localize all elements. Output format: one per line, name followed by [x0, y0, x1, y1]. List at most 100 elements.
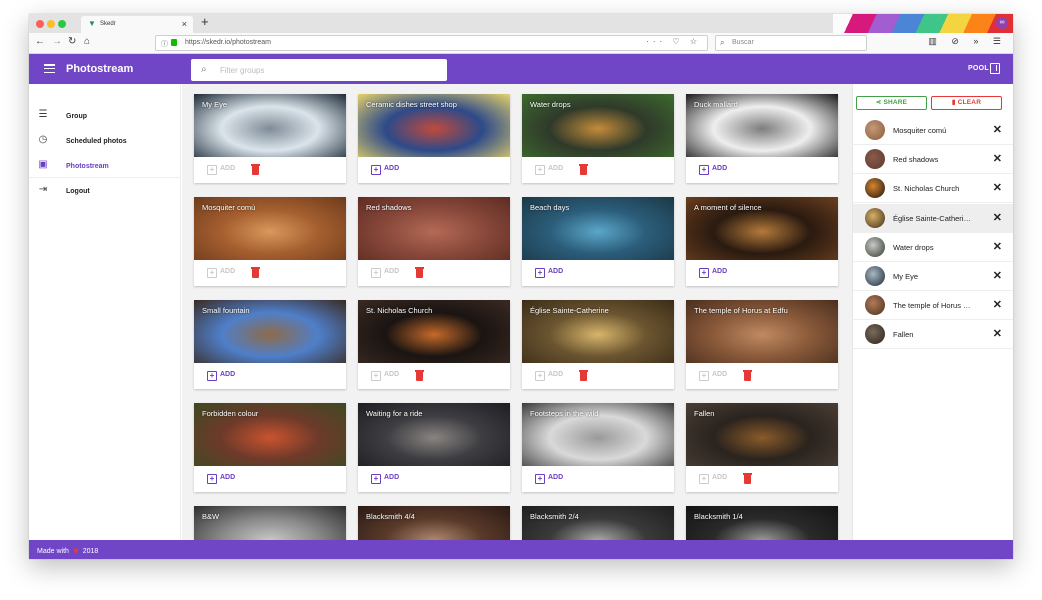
add-to-pool-button[interactable]: + ADD: [371, 371, 399, 381]
sidebar-item-photostream[interactable]: ▣ Photostream: [29, 155, 181, 179]
pool-item[interactable]: Red shadows ✕: [853, 145, 1013, 175]
pool-thumbnail: [865, 236, 885, 257]
remove-icon[interactable]: ✕: [993, 211, 1002, 224]
pool-item[interactable]: The temple of Horus at Edfu ✕: [853, 291, 1013, 321]
add-to-pool-button[interactable]: + ADD: [699, 165, 727, 175]
add-to-pool-button[interactable]: + ADD: [207, 474, 235, 484]
pool-item-name: Water drops: [893, 242, 934, 252]
new-tab-button[interactable]: +: [201, 14, 209, 29]
toolbar-icons[interactable]: ▥ ⊘ » ☰: [928, 36, 1007, 47]
pool-toggle-icon[interactable]: [990, 63, 1000, 74]
remove-icon[interactable]: ✕: [993, 123, 1002, 136]
photo-card[interactable]: Small fountain + ADD: [194, 300, 346, 389]
pool-label[interactable]: POOL: [968, 65, 989, 72]
home-icon[interactable]: ⌂: [84, 36, 90, 47]
pool-item[interactable]: Mosquiter comú ✕: [853, 116, 1013, 145]
delete-icon[interactable]: [743, 370, 752, 381]
add-to-pool-button[interactable]: + ADD: [699, 474, 727, 484]
add-to-pool-button[interactable]: + ADD: [371, 268, 399, 278]
forward-icon[interactable]: →: [52, 36, 62, 47]
delete-icon[interactable]: [743, 473, 752, 484]
tab-close-icon[interactable]: ×: [182, 19, 187, 29]
maximize-window-icon[interactable]: [58, 20, 66, 28]
photo-card[interactable]: Fallen + ADD: [686, 403, 838, 492]
photo-card[interactable]: Beach days + ADD: [522, 197, 674, 286]
photo-card[interactable]: Église Sainte-Catherine + ADD: [522, 300, 674, 389]
photo-icon: ▣: [38, 159, 48, 170]
photo-card[interactable]: Red shadows + ADD: [358, 197, 510, 286]
add-to-pool-button[interactable]: + ADD: [535, 268, 563, 278]
photo-card[interactable]: Water drops + ADD: [522, 94, 674, 183]
add-to-pool-button[interactable]: + ADD: [535, 165, 563, 175]
pool-item[interactable]: Église Sainte-Catherine ✕: [853, 203, 1013, 233]
add-to-pool-button[interactable]: + ADD: [535, 371, 563, 381]
pool-panel: ⋖ SHARE ▮ CLEAR Mosquiter comú ✕ Red shado…: [852, 84, 1013, 540]
photo-card[interactable]: Blacksmith 4/4+ADD: [358, 506, 510, 540]
url-text[interactable]: https://skedr.io/photostream: [185, 39, 271, 46]
minimize-window-icon[interactable]: [47, 20, 55, 28]
remove-icon[interactable]: ✕: [993, 327, 1002, 340]
photo-card[interactable]: B&W+ADD: [194, 506, 346, 540]
add-label: ADD: [384, 474, 400, 481]
photo-card[interactable]: My Eye + ADD: [194, 94, 346, 183]
photo-title: Blacksmith 4/4: [366, 512, 415, 521]
add-to-pool-button[interactable]: + ADD: [207, 371, 235, 381]
pool-item-name: Mosquiter comú: [893, 126, 947, 135]
add-to-pool-button[interactable]: + ADD: [207, 268, 235, 278]
remove-icon[interactable]: ✕: [993, 298, 1002, 311]
photo-card[interactable]: Ceramic dishes street shop + ADD: [358, 94, 510, 183]
delete-icon[interactable]: [415, 370, 424, 381]
sidebar-item-group[interactable]: ☰ Group: [29, 105, 181, 129]
photo-card[interactable]: The temple of Horus at Edfu + ADD: [686, 300, 838, 389]
photo-title: Duck mallard: [694, 100, 738, 109]
delete-icon[interactable]: [415, 267, 424, 278]
pool-item[interactable]: Fallen ✕: [853, 320, 1013, 350]
pool-item[interactable]: My Eye ✕: [853, 262, 1013, 291]
photo-card[interactable]: St. Nicholas Church + ADD: [358, 300, 510, 389]
photo-card[interactable]: Blacksmith 1/4+ADD: [686, 506, 838, 540]
photo-card[interactable]: Footsteps in the wild + ADD: [522, 403, 674, 492]
delete-icon[interactable]: [251, 164, 260, 175]
photo-title: My Eye: [202, 100, 228, 109]
filter-groups-input[interactable]: ⌕ Filter groups: [191, 59, 447, 81]
tab-bar: ▼ Skedr × + ∞: [29, 14, 1013, 54]
photo-card[interactable]: Blacksmith 2/4+ADD: [522, 506, 674, 540]
close-window-icon[interactable]: [36, 20, 44, 28]
back-icon[interactable]: ←: [35, 36, 45, 47]
add-label: ADD: [712, 371, 728, 378]
add-to-pool-button[interactable]: + ADD: [699, 371, 727, 381]
add-label: ADD: [712, 268, 728, 275]
add-icon: +: [207, 268, 217, 278]
clear-button[interactable]: ▮ CLEAR: [931, 96, 1002, 110]
delete-icon[interactable]: [579, 370, 588, 381]
add-to-pool-button[interactable]: + ADD: [535, 474, 563, 484]
add-to-pool-button[interactable]: + ADD: [207, 165, 235, 175]
remove-icon[interactable]: ✕: [993, 152, 1002, 165]
photo-card[interactable]: Waiting for a ride + ADD: [358, 403, 510, 492]
browser-tab[interactable]: ▼ Skedr ×: [81, 16, 193, 33]
menu-icon[interactable]: [44, 64, 55, 74]
delete-icon[interactable]: [579, 164, 588, 175]
photo-title: Footsteps in the wild: [530, 409, 599, 418]
photo-card[interactable]: Mosquiter comú + ADD: [194, 197, 346, 286]
add-to-pool-button[interactable]: + ADD: [699, 268, 727, 278]
browser-search-input[interactable]: ⌕ Buscar: [715, 35, 867, 51]
add-to-pool-button[interactable]: + ADD: [371, 474, 399, 484]
url-bar[interactable]: ⓘ https://skedr.io/photostream ··· ♡ ☆: [155, 35, 708, 51]
photo-card[interactable]: Forbidden colour + ADD: [194, 403, 346, 492]
sidebar-item-scheduled-photos[interactable]: ◷ Scheduled photos: [29, 130, 181, 154]
photo-card[interactable]: Duck mallard + ADD: [686, 94, 838, 183]
sidebar-item-logout[interactable]: ⇥ Logout: [29, 180, 181, 204]
page-actions-icons[interactable]: ··· ♡ ☆: [646, 37, 701, 46]
delete-icon[interactable]: [251, 267, 260, 278]
pool-item[interactable]: Water drops ✕: [853, 233, 1013, 262]
remove-icon[interactable]: ✕: [993, 269, 1002, 282]
share-button[interactable]: ⋖ SHARE: [856, 96, 927, 110]
add-to-pool-button[interactable]: + ADD: [371, 165, 399, 175]
pool-item[interactable]: St. Nicholas Church ✕: [853, 174, 1013, 204]
remove-icon[interactable]: ✕: [993, 240, 1002, 253]
photo-card[interactable]: A moment of silence + ADD: [686, 197, 838, 286]
info-icon[interactable]: ⓘ: [161, 39, 168, 49]
reload-icon[interactable]: ↻: [68, 36, 76, 47]
remove-icon[interactable]: ✕: [993, 181, 1002, 194]
